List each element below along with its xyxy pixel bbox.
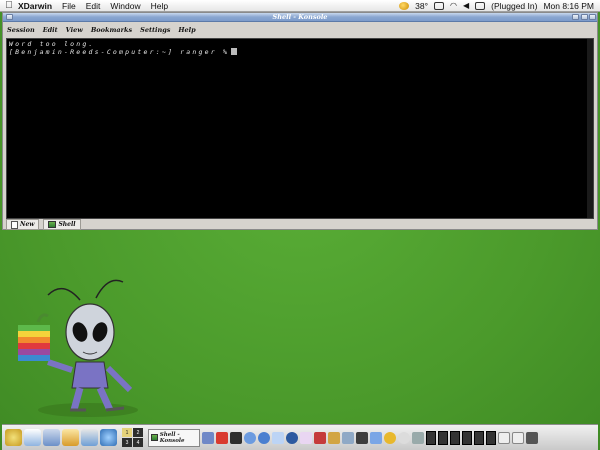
systray-item-3[interactable] <box>450 430 460 445</box>
menu-edit-konsole[interactable]: Edit <box>43 26 58 34</box>
bulb-icon[interactable] <box>384 431 396 444</box>
terminal-cursor <box>231 48 238 55</box>
menubar:  XDarwin File Edit Window Help 38° ◠ ◀ … <box>0 0 600 12</box>
konsole-task-icon <box>151 434 158 441</box>
browser-icon[interactable] <box>100 429 117 446</box>
clock-icon[interactable] <box>398 431 410 444</box>
shell-icon <box>48 221 57 228</box>
network-icon[interactable] <box>244 431 256 444</box>
menu-window[interactable]: Window <box>110 1 140 11</box>
menu-settings[interactable]: Settings <box>140 26 170 34</box>
window-titlebar[interactable]: Shell - Konsole <box>3 13 597 22</box>
systray-item-4[interactable] <box>462 430 472 445</box>
display-icon[interactable] <box>433 1 444 10</box>
new-document-icon <box>11 220 18 229</box>
globe-icon[interactable] <box>258 431 270 444</box>
magnifier-icon[interactable] <box>412 431 424 444</box>
close-button[interactable] <box>589 14 596 20</box>
pager-desktop-1[interactable]: 1 <box>122 428 132 437</box>
tab-shell-label: Shell <box>58 221 76 228</box>
calendar-icon[interactable] <box>300 431 312 444</box>
menu-edit[interactable]: Edit <box>86 1 101 11</box>
session-tabbar: New Shell <box>6 219 594 230</box>
show-desktop-icon[interactable] <box>24 429 41 446</box>
pager-desktop-4[interactable]: 4 <box>133 438 143 447</box>
systray-item-6[interactable] <box>486 430 496 445</box>
kde-panel: 1 2 3 4 Shell - Konsole <box>2 424 598 450</box>
menu-view[interactable]: View <box>66 26 83 34</box>
clipboard-icon[interactable] <box>512 431 524 444</box>
konsole-window: Shell - Konsole Session Edit View Bookma… <box>2 12 598 230</box>
konsole-menubar: Session Edit View Bookmarks Settings Hel… <box>3 23 597 37</box>
terminal-line: Word too long. <box>9 40 95 48</box>
systray-item-2[interactable] <box>438 430 448 445</box>
minimize-button[interactable] <box>572 14 579 20</box>
pager-desktop-2[interactable]: 2 <box>133 428 143 437</box>
battery-status: (Plugged In) <box>491 0 538 11</box>
wifi-icon[interactable]: ◠ <box>450 1 457 10</box>
pager-desktop-3[interactable]: 3 <box>122 438 132 447</box>
kde-menu-icon[interactable] <box>5 429 22 446</box>
taskbar-item-label: Shell - Konsole <box>159 431 185 444</box>
systray-item-1[interactable] <box>426 430 436 445</box>
new-session-label: New <box>20 221 35 228</box>
terminal-prompt: [Benjamin-Reeds-Computer:~] ranger % <box>9 48 230 56</box>
printer-icon[interactable] <box>342 431 354 444</box>
temperature-text: 38° <box>415 0 428 11</box>
menu-help-konsole[interactable]: Help <box>178 26 195 34</box>
menu-file[interactable]: File <box>62 1 76 11</box>
terminal-area[interactable]: Word too long. [Benjamin-Reeds-Computer:… <box>6 38 594 219</box>
volume-icon[interactable]: ◀ <box>463 1 469 10</box>
control-center-icon[interactable] <box>81 429 98 446</box>
hide-panel-icon[interactable] <box>526 431 538 444</box>
taskbar-item-konsole[interactable]: Shell - Konsole <box>148 428 200 447</box>
document-icon[interactable] <box>498 431 510 444</box>
window-title: Shell - Konsole <box>272 13 328 21</box>
battery-icon[interactable] <box>475 1 486 10</box>
home-folder-icon[interactable] <box>43 429 60 446</box>
tab-shell[interactable]: Shell <box>43 219 81 230</box>
weather-icon[interactable] <box>399 1 410 10</box>
media-icon[interactable] <box>314 431 326 444</box>
terminal-app-icon[interactable] <box>202 431 214 444</box>
itunes-icon[interactable] <box>286 431 298 444</box>
terminal-scrollbar[interactable] <box>587 39 593 218</box>
tools-icon[interactable] <box>62 429 79 446</box>
folder-icon[interactable] <box>328 431 340 444</box>
x11-icon[interactable] <box>216 431 228 444</box>
new-session-button[interactable]: New <box>6 219 40 230</box>
systray-item-5[interactable] <box>474 430 484 445</box>
maximize-button[interactable] <box>581 14 588 20</box>
menubar-clock[interactable]: Mon 8:16 PM <box>543 1 594 11</box>
desktop-pager[interactable]: 1 2 3 4 <box>122 428 143 447</box>
trash-icon[interactable] <box>230 431 242 444</box>
screen-icon[interactable] <box>370 431 382 444</box>
monitor-icon[interactable] <box>272 431 284 444</box>
menu-session[interactable]: Session <box>7 26 35 34</box>
alien-mascot-image <box>18 279 138 417</box>
app-menu[interactable]: XDarwin <box>18 1 52 11</box>
menu-bookmarks[interactable]: Bookmarks <box>91 26 132 34</box>
apple-menu-icon[interactable]:  <box>0 0 18 11</box>
menu-help[interactable]: Help <box>151 1 168 11</box>
terminal-prompt-line: [Benjamin-Reeds-Computer:~] ranger % <box>9 48 591 56</box>
disk-icon[interactable] <box>356 431 368 444</box>
